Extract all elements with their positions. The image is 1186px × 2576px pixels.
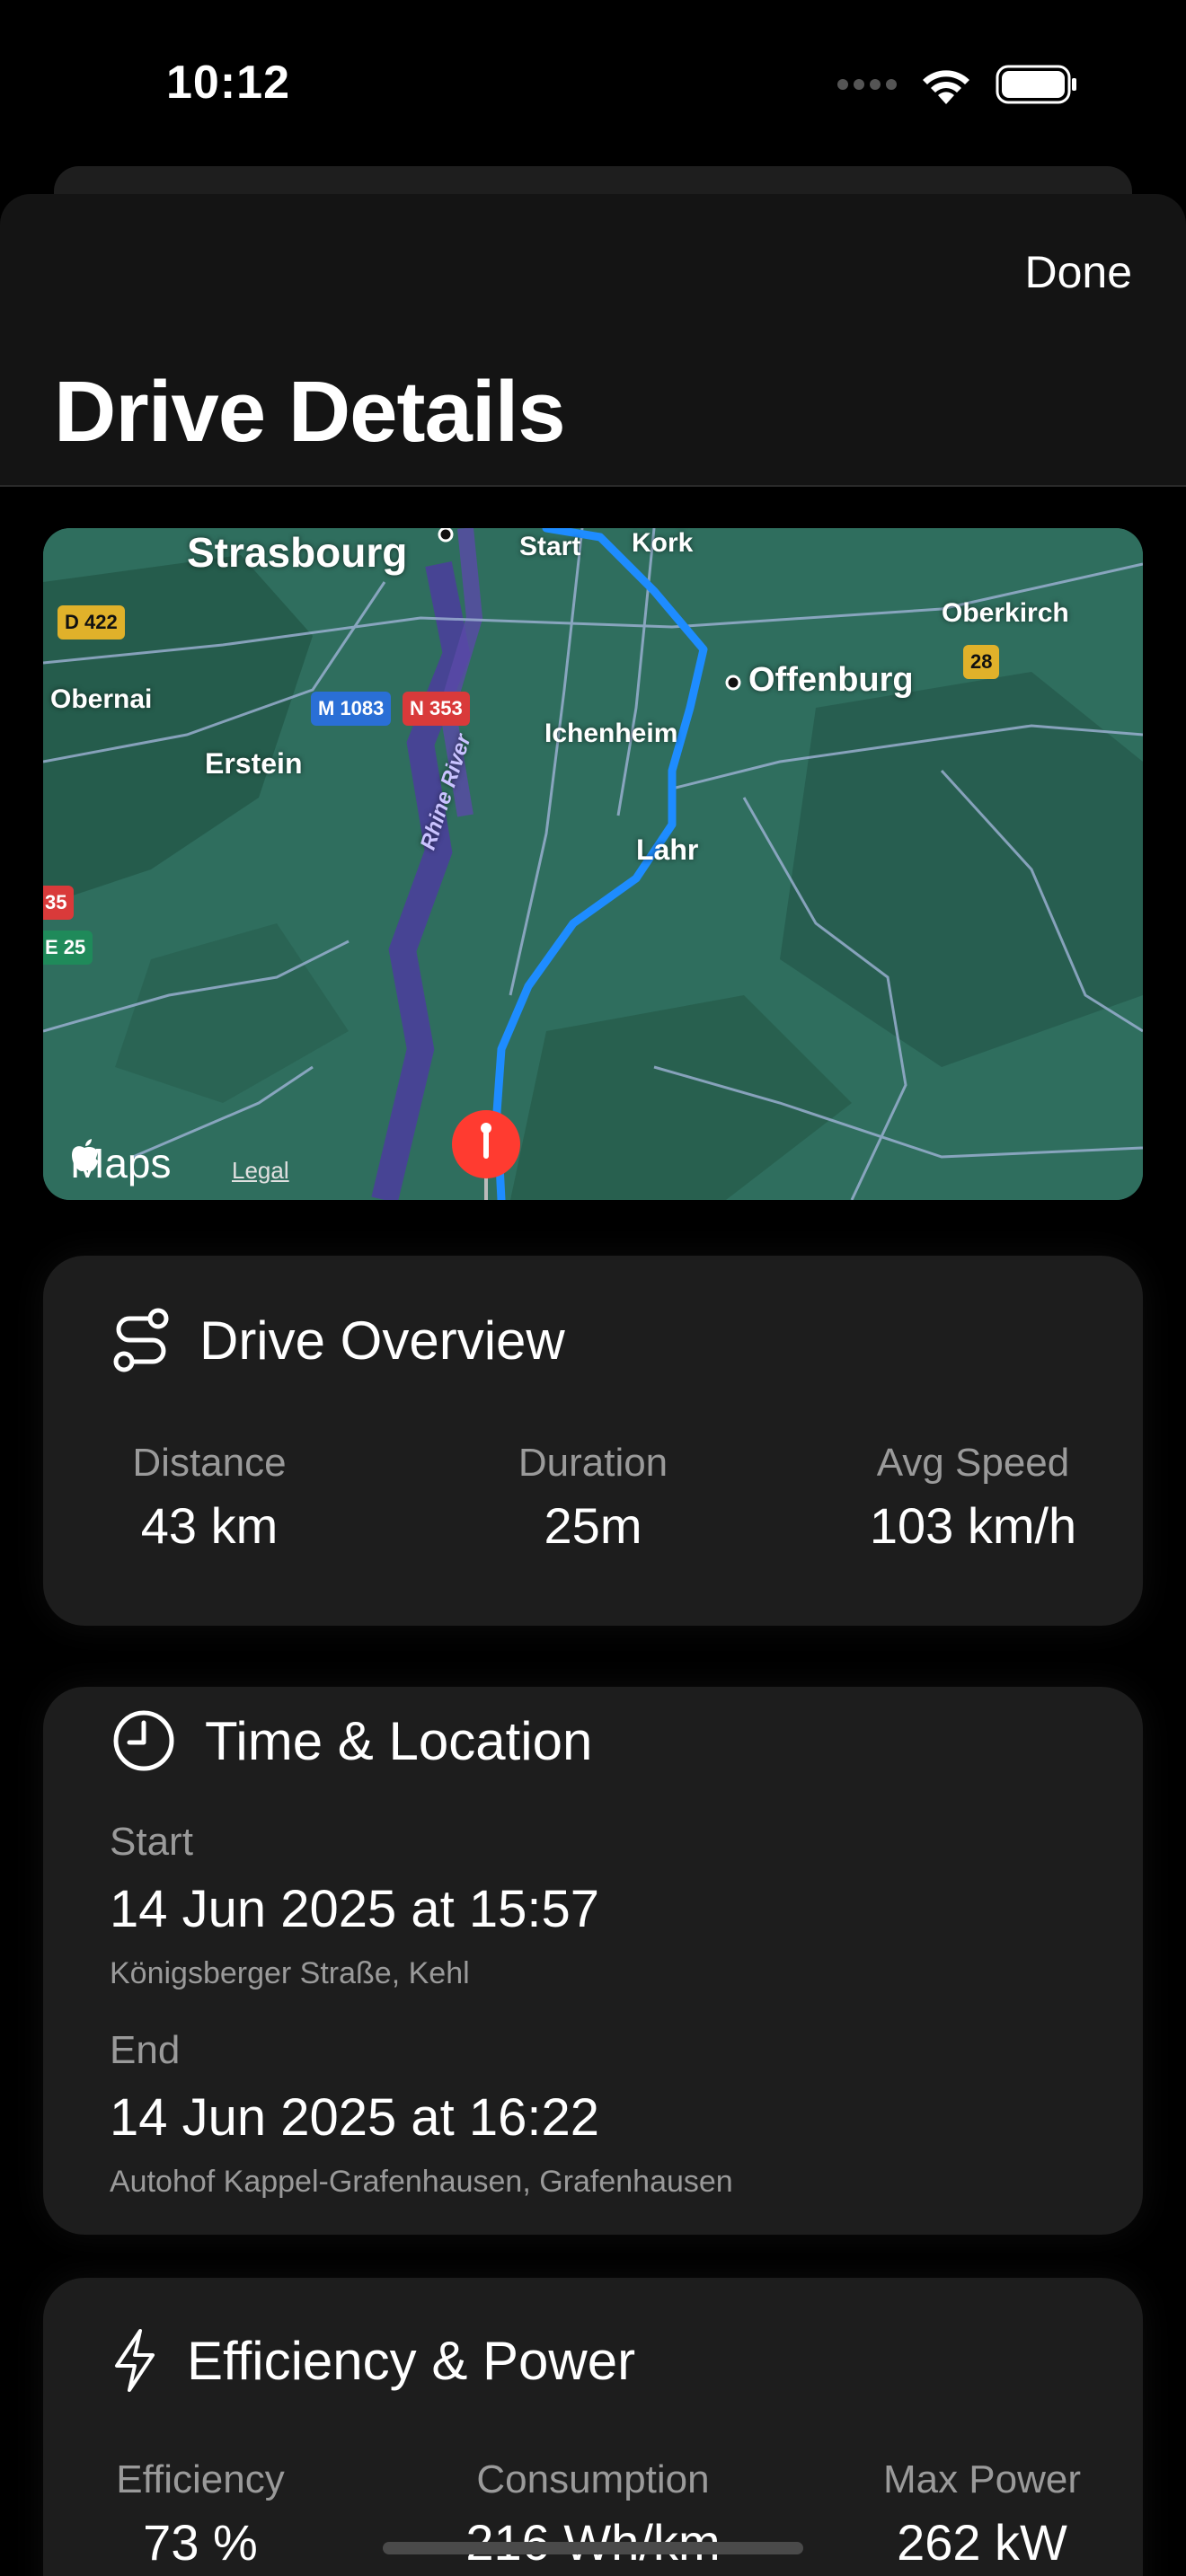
- lightning-bolt-icon: [115, 2329, 155, 2392]
- efficiency-power-header: Efficiency & Power: [111, 2328, 635, 2393]
- city-dot-icon: [725, 675, 741, 691]
- status-time: 10:12: [166, 57, 290, 109]
- battery-icon: [996, 65, 1076, 104]
- stat-duration: Duration 25m: [463, 1441, 723, 1555]
- legal-link[interactable]: Legal: [232, 1157, 289, 1185]
- end-place: Autohof Kappel-Grafenhausen, Grafenhause…: [110, 2165, 733, 2199]
- stat-distance: Distance 43 km: [79, 1441, 340, 1555]
- city-dot-icon: [438, 528, 454, 543]
- status-bar: 10:12: [0, 0, 1186, 171]
- route-icon: [113, 1308, 169, 1372]
- stat-avg-speed: Avg Speed 103 km/h: [834, 1441, 1112, 1555]
- road-badge-28: 28: [963, 645, 1000, 679]
- page-title: Drive Details: [54, 364, 566, 460]
- efficiency-power-title: Efficiency & Power: [187, 2330, 636, 2391]
- stat-label: Distance: [132, 1441, 287, 1485]
- stat-value: 262 kW: [897, 2514, 1067, 2571]
- time-location-title: Time & Location: [205, 1710, 593, 1771]
- map-label-offenburg: Offenburg: [748, 661, 914, 699]
- end-time: 14 Jun 2025 at 16:22: [110, 2088, 600, 2147]
- stat-value: 103 km/h: [869, 1497, 1077, 1554]
- map-label-start: Start: [519, 532, 581, 561]
- map-label-obernai: Obernai: [50, 684, 153, 714]
- drive-overview-card: Drive Overview Distance 43 km Duration 2…: [43, 1256, 1143, 1626]
- start-place: Königsberger Straße, Kehl: [110, 1956, 470, 1990]
- route-line: [492, 528, 708, 1200]
- cellular-signal-icon: [837, 79, 897, 90]
- efficiency-power-card: Efficiency & Power Efficiency 73 % Consu…: [43, 2278, 1143, 2576]
- stat-label: Avg Speed: [876, 1441, 1070, 1485]
- drive-details-sheet: Done Drive Details Strasbourg Start Kork…: [0, 194, 1186, 2576]
- road-badge-35: 35: [43, 886, 75, 920]
- map-label-lahr: Lahr: [636, 834, 699, 866]
- map-label-ichenheim: Ichenheim: [544, 719, 678, 748]
- home-indicator[interactable]: [383, 2542, 803, 2554]
- stat-max-power: Max Power 262 kW: [852, 2457, 1112, 2572]
- end-label: End: [110, 2028, 181, 2072]
- stat-label: Efficiency: [116, 2457, 285, 2501]
- drive-overview-title: Drive Overview: [199, 1310, 565, 1371]
- stat-value: 43 km: [140, 1497, 279, 1554]
- clock-icon: [113, 1710, 174, 1771]
- start-time: 14 Jun 2025 at 15:57: [110, 1880, 600, 1938]
- status-icons: [836, 65, 1078, 104]
- road-badge-d422: D 422: [58, 605, 125, 640]
- stat-value: 73 %: [143, 2514, 258, 2571]
- end-pin-icon: [452, 1110, 520, 1200]
- wifi-icon: [923, 70, 969, 104]
- apple-logo-icon: [72, 1139, 98, 1171]
- map-label-kork: Kork: [632, 528, 694, 558]
- map-label-erstein: Erstein: [205, 747, 303, 780]
- map-label-strasbourg: Strasbourg: [187, 529, 408, 576]
- stat-label: Consumption: [476, 2457, 710, 2501]
- road-badge-m1083: M 1083: [311, 692, 392, 726]
- time-location-card: Time & Location Start 14 Jun 2025 at 15:…: [43, 1687, 1143, 2235]
- start-label: Start: [110, 1820, 193, 1864]
- drive-overview-header: Drive Overview: [111, 1308, 565, 1372]
- stat-label: Duration: [518, 1441, 668, 1485]
- time-location-header: Time & Location: [111, 1708, 592, 1773]
- stat-label: Max Power: [882, 2457, 1082, 2501]
- navigation-bar: Done Drive Details: [0, 194, 1186, 487]
- road-badge-e25: E 25: [43, 931, 93, 965]
- apple-maps-logo: Maps: [70, 1139, 171, 1187]
- stat-efficiency: Efficiency 73 %: [70, 2457, 331, 2572]
- road-badge-n353: N 353: [403, 692, 470, 726]
- map-label-oberkirch: Oberkirch: [942, 598, 1069, 628]
- route-map[interactable]: Strasbourg Start Kork Oberkirch Offenbur…: [43, 528, 1143, 1200]
- done-button[interactable]: Done: [1024, 246, 1132, 298]
- stat-value: 25m: [544, 1497, 642, 1554]
